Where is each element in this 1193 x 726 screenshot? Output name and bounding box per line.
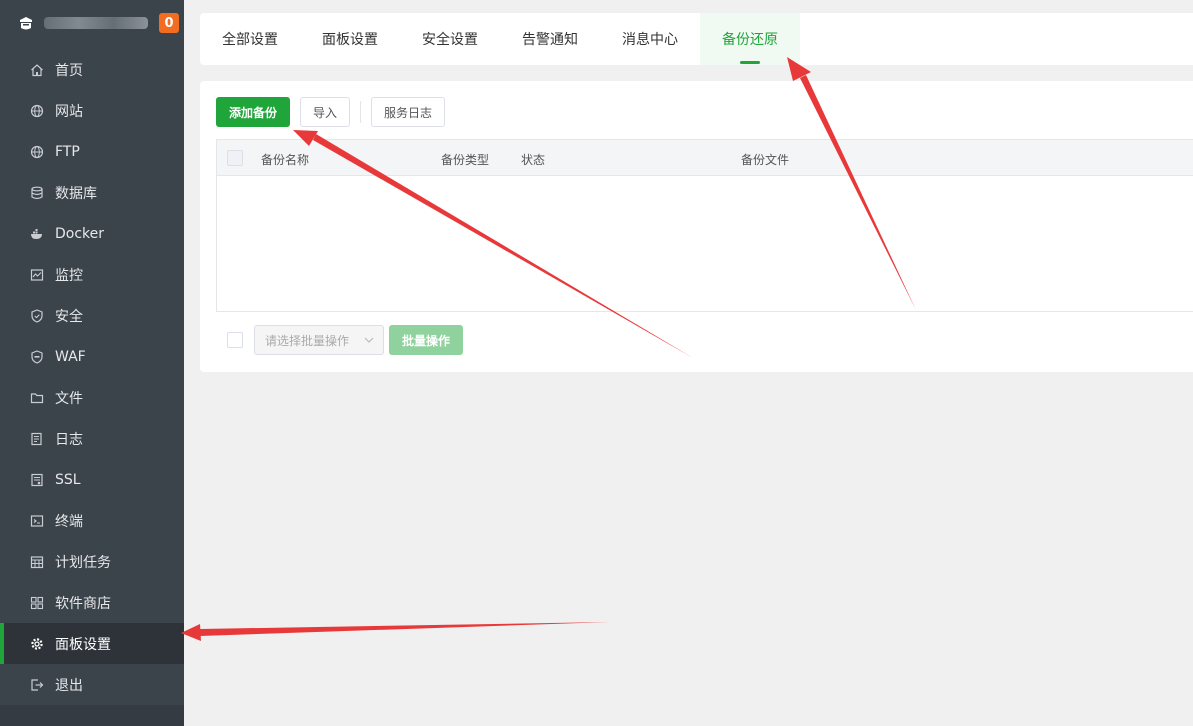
sidebar-header xyxy=(0,0,184,46)
sidebar-item-label: FTP xyxy=(55,143,80,160)
home-icon xyxy=(30,63,44,77)
arrow-to-panel-settings xyxy=(181,622,610,641)
tab-panel-settings[interactable]: 面板设置 xyxy=(300,13,400,65)
sidebar: 0 首页 网站 FTP 数据库 Docker 监控 安全 WAF 文件 日志 S… xyxy=(0,0,184,726)
sidebar-item-home[interactable]: 首页 xyxy=(0,49,184,90)
sidebar-item-label: SSL xyxy=(55,471,81,488)
sidebar-item-label: WAF xyxy=(55,348,86,365)
tab-alert-notification[interactable]: 告警通知 xyxy=(500,13,600,65)
sidebar-item-label: 首页 xyxy=(55,62,83,79)
batch-bar: 请选择批量操作 批量操作 xyxy=(227,325,527,355)
sidebar-item-monitor[interactable]: 监控 xyxy=(0,254,184,295)
batch-select-placeholder: 请选择批量操作 xyxy=(265,333,350,348)
docker-icon xyxy=(30,227,44,241)
sidebar-item-security[interactable]: 安全 xyxy=(0,295,184,336)
sidebar-item-label: 安全 xyxy=(55,308,83,325)
column-header-status[interactable]: 状态 xyxy=(521,151,545,168)
sidebar-item-cron[interactable]: 计划任务 xyxy=(0,541,184,582)
sidebar-item-ftp[interactable]: FTP xyxy=(0,131,184,172)
table-header: 备份名称 备份类型 状态 备份文件 xyxy=(217,140,1193,176)
waf-shield-icon xyxy=(30,349,44,364)
sidebar-item-website[interactable]: 网站 xyxy=(0,90,184,131)
notification-badge[interactable]: 0 xyxy=(159,13,179,33)
monitor-icon xyxy=(30,268,44,282)
calendar-icon xyxy=(30,555,44,569)
globe-icon xyxy=(30,104,44,118)
sidebar-item-label: 面板设置 xyxy=(55,636,111,653)
sidebar-item-docker[interactable]: Docker xyxy=(0,213,184,254)
sidebar-item-label: Docker xyxy=(55,225,105,242)
column-header-backup-file[interactable]: 备份文件 xyxy=(741,151,789,168)
backup-table: 备份名称 备份类型 状态 备份文件 xyxy=(216,139,1193,312)
shield-icon xyxy=(30,308,44,323)
sidebar-item-label: 终端 xyxy=(55,513,83,530)
sidebar-menu: 首页 网站 FTP 数据库 Docker 监控 安全 WAF 文件 日志 SSL… xyxy=(0,49,184,705)
sidebar-item-label: 退出 xyxy=(55,677,83,694)
service-log-button[interactable]: 服务日志 xyxy=(371,97,445,127)
column-header-backup-name[interactable]: 备份名称 xyxy=(261,151,309,168)
batch-operation-button[interactable]: 批量操作 xyxy=(389,325,463,355)
logout-icon xyxy=(30,678,44,692)
select-all-checkbox[interactable] xyxy=(227,150,243,166)
tab-security-settings[interactable]: 安全设置 xyxy=(400,13,500,65)
batch-select-checkbox[interactable] xyxy=(227,332,243,348)
sidebar-item-label: 数据库 xyxy=(55,185,97,202)
tab-backup-restore[interactable]: 备份还原 xyxy=(700,13,800,65)
column-header-backup-type[interactable]: 备份类型 xyxy=(441,151,489,168)
log-icon xyxy=(30,432,44,446)
terminal-icon xyxy=(30,514,44,528)
toolbar-divider xyxy=(360,101,361,123)
sidebar-item-label: 软件商店 xyxy=(55,595,111,612)
import-button[interactable]: 导入 xyxy=(300,97,350,127)
database-icon xyxy=(30,186,44,200)
sidebar-item-label: 计划任务 xyxy=(55,554,111,571)
sidebar-item-logs[interactable]: 日志 xyxy=(0,418,184,459)
grid-icon xyxy=(30,596,44,610)
sidebar-item-label: 文件 xyxy=(55,390,83,407)
globe-icon xyxy=(30,145,44,159)
certificate-icon xyxy=(30,473,44,487)
sidebar-item-database[interactable]: 数据库 xyxy=(0,172,184,213)
batch-operation-select[interactable]: 请选择批量操作 xyxy=(254,325,384,355)
sidebar-item-label: 日志 xyxy=(55,431,83,448)
tab-message-center[interactable]: 消息中心 xyxy=(600,13,700,65)
sidebar-footer xyxy=(0,705,184,726)
sidebar-item-label: 监控 xyxy=(55,267,83,284)
tab-all-settings[interactable]: 全部设置 xyxy=(200,13,300,65)
folder-icon xyxy=(30,391,44,405)
gear-icon xyxy=(30,637,44,651)
table-body-empty xyxy=(217,176,1193,312)
logo-icon xyxy=(18,15,34,31)
sidebar-item-files[interactable]: 文件 xyxy=(0,377,184,418)
sidebar-item-panel-settings[interactable]: 面板设置 xyxy=(0,623,184,664)
sidebar-item-ssl[interactable]: SSL xyxy=(0,459,184,500)
chevron-down-icon xyxy=(364,337,374,343)
add-backup-button[interactable]: 添加备份 xyxy=(216,97,290,127)
username-blurred[interactable] xyxy=(44,17,148,29)
sidebar-item-waf[interactable]: WAF xyxy=(0,336,184,377)
sidebar-item-store[interactable]: 软件商店 xyxy=(0,582,184,623)
settings-tabs: 全部设置 面板设置 安全设置 告警通知 消息中心 备份还原 xyxy=(200,13,1193,65)
sidebar-item-label: 网站 xyxy=(55,103,83,120)
sidebar-item-terminal[interactable]: 终端 xyxy=(0,500,184,541)
sidebar-item-logout[interactable]: 退出 xyxy=(0,664,184,705)
backup-panel: 添加备份 导入 服务日志 备份名称 备份类型 状态 备份文件 请选择批量操作 批… xyxy=(200,81,1193,372)
